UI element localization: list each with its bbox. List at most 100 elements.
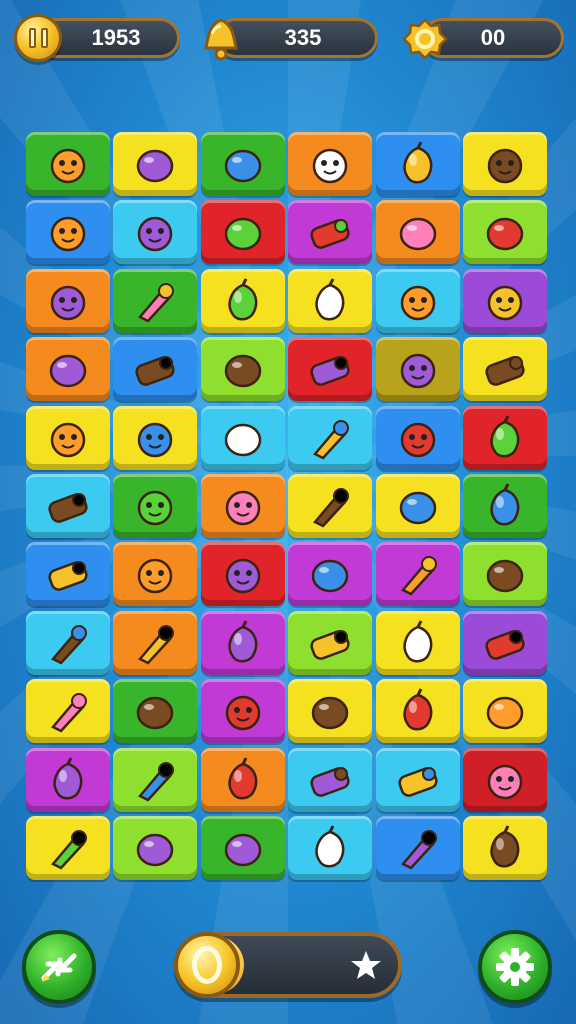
tile[interactable] <box>26 268 110 333</box>
tile[interactable] <box>288 337 373 402</box>
ghost-icon <box>313 419 350 460</box>
tile[interactable] <box>375 132 460 196</box>
bundle-icon <box>225 490 261 526</box>
tile[interactable] <box>462 815 547 880</box>
tile[interactable] <box>288 405 373 470</box>
tile[interactable] <box>462 132 547 196</box>
tile[interactable] <box>375 542 460 607</box>
tile[interactable] <box>113 747 198 812</box>
key-icon <box>400 285 435 321</box>
tile[interactable] <box>113 679 198 744</box>
tile[interactable] <box>375 473 460 538</box>
tile[interactable] <box>200 268 285 333</box>
shuffle-button[interactable] <box>22 930 96 1004</box>
tile[interactable] <box>26 200 110 265</box>
wrench-icon <box>310 219 350 250</box>
tile[interactable] <box>200 405 285 470</box>
leaf-egg-icon <box>487 148 523 184</box>
tile[interactable] <box>113 542 198 607</box>
magnifier-icon <box>138 282 175 323</box>
tile[interactable] <box>200 610 285 675</box>
tile[interactable] <box>26 542 110 607</box>
tile[interactable] <box>26 473 110 538</box>
mirror-icon <box>310 629 350 660</box>
tile[interactable] <box>26 815 110 880</box>
pig-icon <box>48 561 88 592</box>
tile[interactable] <box>113 268 198 333</box>
tile[interactable] <box>375 747 460 812</box>
stick-icon <box>228 278 258 321</box>
ring-value: 00 <box>480 25 506 50</box>
tile[interactable] <box>26 679 110 744</box>
tile[interactable] <box>375 679 460 744</box>
tile[interactable] <box>375 610 460 675</box>
tile[interactable] <box>462 679 547 744</box>
tile[interactable] <box>113 132 198 196</box>
lollipop-icon <box>315 278 345 321</box>
tile[interactable] <box>288 200 373 265</box>
shuffle-icon <box>41 953 77 982</box>
flower-icon <box>490 483 520 526</box>
tile[interactable] <box>462 268 547 333</box>
settings-button[interactable] <box>478 930 552 1004</box>
tile[interactable] <box>462 337 547 402</box>
tile[interactable] <box>200 815 285 880</box>
tile[interactable] <box>462 542 547 607</box>
bell-value: 335 <box>284 25 322 50</box>
tile[interactable] <box>200 337 285 402</box>
teapot-icon <box>487 764 523 799</box>
paint-icon <box>137 696 174 730</box>
tile[interactable] <box>462 473 547 538</box>
fox-icon <box>397 766 438 797</box>
tile[interactable] <box>462 747 547 812</box>
blue-egg-icon <box>138 422 173 457</box>
tile[interactable] <box>113 200 198 265</box>
tile[interactable] <box>200 679 285 744</box>
tile[interactable] <box>288 679 373 744</box>
tile[interactable] <box>113 610 198 675</box>
candy-icon <box>311 560 349 593</box>
tile[interactable] <box>375 815 460 880</box>
tile[interactable] <box>375 200 460 265</box>
tile[interactable] <box>26 132 110 196</box>
green-ball-icon <box>399 491 436 525</box>
tile[interactable] <box>113 473 198 538</box>
frog-icon <box>400 353 435 389</box>
beetle-icon <box>138 761 175 802</box>
tile[interactable] <box>288 747 373 812</box>
tile[interactable] <box>200 200 285 265</box>
mushroom-hammer-icon <box>135 356 176 387</box>
tile[interactable] <box>26 747 110 812</box>
tile[interactable] <box>462 610 547 675</box>
tile[interactable] <box>26 337 110 402</box>
tile[interactable] <box>113 405 198 470</box>
tile[interactable] <box>288 610 373 675</box>
tile[interactable] <box>288 132 373 196</box>
tile[interactable] <box>288 815 373 880</box>
bell-icon <box>204 18 238 61</box>
skull-icon <box>137 149 174 183</box>
log-icon <box>50 217 86 252</box>
cat-icon <box>51 829 87 870</box>
tile[interactable] <box>200 473 285 538</box>
pause-button[interactable] <box>14 14 62 62</box>
tile[interactable] <box>375 337 460 402</box>
tile[interactable] <box>375 268 460 333</box>
tile[interactable] <box>26 610 110 675</box>
tile[interactable] <box>200 542 285 607</box>
tile[interactable] <box>113 815 198 880</box>
tile[interactable] <box>288 542 373 607</box>
ring-counter: 00 <box>400 14 566 62</box>
tile[interactable] <box>375 405 460 470</box>
cannon-icon <box>53 756 83 800</box>
tile[interactable] <box>200 747 285 812</box>
tile[interactable] <box>288 268 373 333</box>
tile[interactable] <box>288 473 373 538</box>
tile[interactable] <box>113 337 198 402</box>
dog-icon <box>486 218 524 251</box>
tile[interactable] <box>462 405 547 470</box>
tile[interactable] <box>26 405 110 470</box>
berry-icon <box>228 756 258 800</box>
tile[interactable] <box>462 200 547 265</box>
tile[interactable] <box>200 132 285 196</box>
